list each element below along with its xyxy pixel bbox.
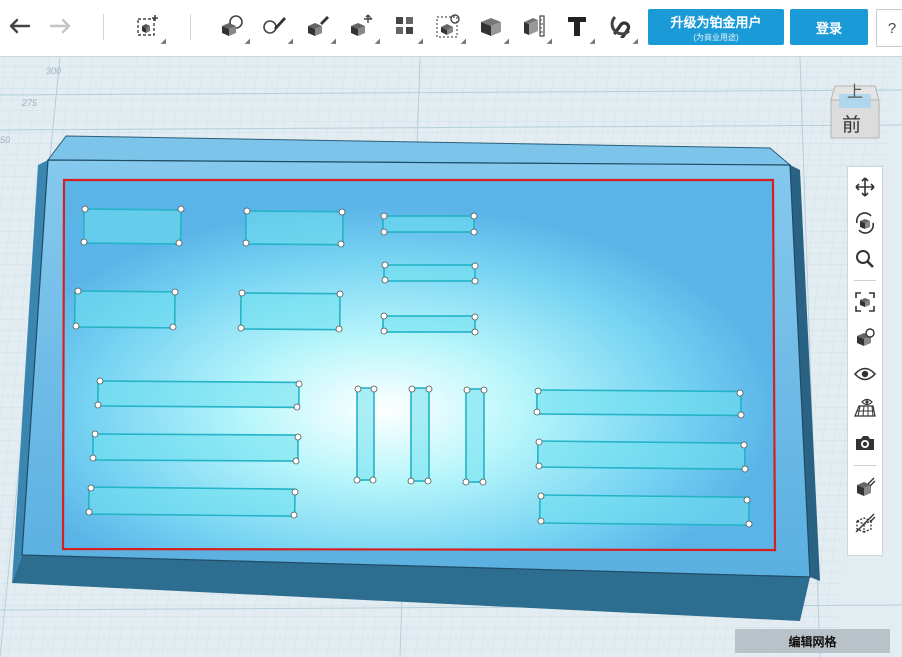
- hole-shape[interactable]: [536, 440, 746, 470]
- solid-mode-button[interactable]: [851, 473, 879, 501]
- multiply-button[interactable]: ◢: [387, 8, 423, 45]
- adjust-icon: [308, 16, 329, 36]
- hole-shape[interactable]: [97, 380, 300, 409]
- visibility-eye-icon: [854, 367, 876, 381]
- hole-shape[interactable]: [382, 315, 476, 333]
- home-view-icon: [857, 328, 875, 346]
- dropdown-caret-icon: ◢: [460, 37, 466, 45]
- hole-shape[interactable]: [383, 264, 476, 282]
- ruler-label: 50: [0, 135, 11, 145]
- scene-canvas[interactable]: [0, 57, 902, 657]
- workplane[interactable]: 300 275 50: [0, 57, 902, 657]
- wireframe-mode-icon: [855, 513, 876, 533]
- adjust-button[interactable]: ◢: [300, 8, 336, 45]
- hole-shape[interactable]: [244, 210, 344, 246]
- paint-icon: [263, 17, 286, 34]
- solid-mode-icon: [857, 477, 876, 496]
- align-button[interactable]: ◢: [430, 8, 466, 45]
- dropdown-caret-icon: ◢: [546, 37, 552, 45]
- view-cube-front-label: 前: [842, 115, 862, 136]
- group-icon: [222, 15, 243, 36]
- multiply-icon: [396, 17, 413, 34]
- toolbar-divider: [190, 14, 191, 40]
- magnet-button[interactable]: ◢: [602, 8, 638, 45]
- help-button[interactable]: ?: [876, 9, 902, 47]
- dropdown-caret-icon: ◢: [330, 37, 336, 45]
- new-shape-icon: [137, 15, 158, 36]
- view-cube[interactable]: 上 前: [829, 80, 881, 140]
- new-shape-button[interactable]: ◢: [130, 8, 166, 45]
- grid-view-button[interactable]: [851, 394, 879, 422]
- redo-arrow-icon: [49, 18, 71, 34]
- hole-shape[interactable]: [536, 389, 742, 417]
- hole-shape[interactable]: [239, 292, 341, 331]
- ruler-button[interactable]: ◢: [516, 8, 552, 45]
- hole-shape[interactable]: [73, 290, 176, 329]
- solid-button[interactable]: ◢: [473, 8, 509, 45]
- camera-icon: [856, 436, 874, 450]
- dropdown-caret-icon: ◢: [374, 37, 380, 45]
- pan-button[interactable]: [851, 173, 879, 201]
- hole-shape[interactable]: [538, 494, 750, 526]
- hole-shape[interactable]: [382, 215, 475, 233]
- fit-view-button[interactable]: [851, 288, 879, 316]
- hole-shape[interactable]: [92, 433, 299, 462]
- hole-shape[interactable]: [465, 388, 485, 483]
- dropdown-caret-icon: ◢: [417, 37, 423, 45]
- group-button[interactable]: ◢: [214, 8, 250, 45]
- hole-shape[interactable]: [356, 387, 375, 481]
- dropdown-caret-icon: ◢: [160, 37, 166, 45]
- toolbar-divider: [854, 465, 876, 466]
- visibility-button[interactable]: [851, 360, 879, 388]
- align-icon: [436, 14, 460, 38]
- home-view-button[interactable]: [851, 324, 879, 352]
- ruler-icon: [524, 15, 545, 37]
- text-icon: [568, 17, 586, 36]
- upgrade-button[interactable]: 升级为铂金用户 (为商业用途): [648, 9, 784, 45]
- view-toolbar: [847, 166, 883, 556]
- magnet-icon: [610, 15, 631, 38]
- main-toolbar: ◢ ◢ ◢ ◢ ◢ ◢ ◢ ◢ ◢ ◢ ◢ 升级为铂金用户 (为商业用途) 登录…: [0, 0, 902, 57]
- view-cube-top-label: 上: [847, 84, 864, 101]
- dropdown-caret-icon: ◢: [244, 37, 250, 45]
- toolbar-divider: [103, 14, 104, 40]
- undo-button[interactable]: [2, 8, 38, 44]
- upgrade-sublabel: (为商业用途): [693, 33, 739, 42]
- edit-grid-button[interactable]: 编辑网格: [735, 629, 890, 653]
- dropdown-caret-icon: ◢: [632, 37, 638, 45]
- orbit-button[interactable]: [851, 209, 879, 237]
- hole-shape[interactable]: [410, 387, 430, 482]
- fit-view-icon: [855, 292, 875, 312]
- ruler-label: 300: [46, 66, 62, 76]
- hole-shape[interactable]: [87, 486, 296, 517]
- transform-icon: [351, 14, 373, 36]
- toolbar-divider: [854, 280, 876, 281]
- dropdown-caret-icon: ◢: [503, 37, 509, 45]
- solid-icon: [481, 18, 501, 36]
- screenshot-button[interactable]: [851, 429, 879, 457]
- transform-button[interactable]: ◢: [344, 8, 380, 45]
- zoom-icon: [856, 250, 874, 268]
- orbit-icon: [855, 212, 875, 234]
- redo-button[interactable]: [42, 8, 78, 44]
- zoom-button[interactable]: [851, 245, 879, 273]
- dropdown-caret-icon: ◢: [287, 37, 293, 45]
- hole-shape[interactable]: [82, 208, 182, 245]
- ruler-label: 275: [22, 98, 38, 108]
- upgrade-label: 升级为铂金用户: [670, 15, 762, 30]
- grid-view-icon: [854, 398, 876, 417]
- text-button[interactable]: ◢: [559, 8, 595, 45]
- wireframe-mode-button[interactable]: [851, 509, 879, 537]
- pan-icon: [855, 177, 875, 197]
- login-button[interactable]: 登录: [790, 9, 868, 45]
- paint-button[interactable]: ◢: [257, 8, 293, 45]
- undo-arrow-icon: [9, 18, 31, 34]
- dropdown-caret-icon: ◢: [589, 37, 595, 45]
